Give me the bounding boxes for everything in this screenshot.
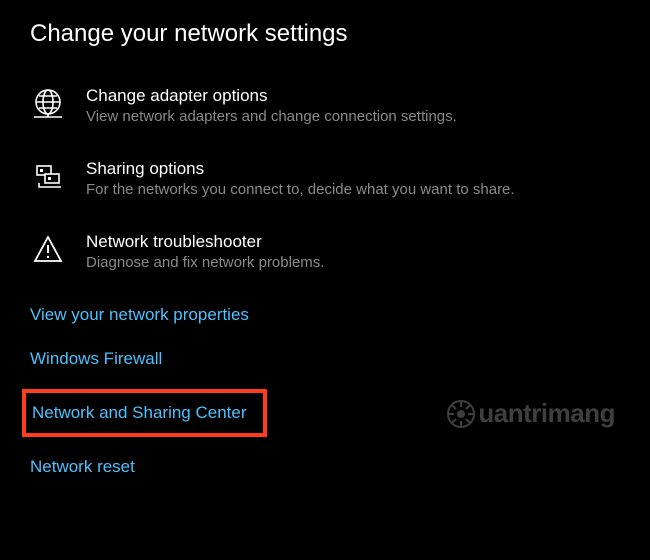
change-adapter-options[interactable]: Change adapter options View network adap…: [30, 86, 620, 125]
sharing-options[interactable]: Sharing options For the networks you con…: [30, 159, 620, 198]
warning-icon: [30, 232, 66, 268]
option-title: Network troubleshooter: [86, 232, 324, 252]
sharing-icon: [30, 159, 66, 195]
section-heading: Change your network settings: [30, 20, 620, 48]
option-title: Sharing options: [86, 159, 515, 179]
option-desc: Diagnose and fix network problems.: [86, 254, 324, 271]
option-desc: View network adapters and change connect…: [86, 108, 457, 125]
globe-icon: [30, 86, 66, 122]
network-troubleshooter[interactable]: Network troubleshooter Diagnose and fix …: [30, 232, 620, 271]
watermark-text: uantrimang: [478, 398, 615, 429]
watermark: uantrimang: [446, 398, 615, 429]
windows-firewall-link[interactable]: Windows Firewall: [30, 349, 162, 369]
view-network-properties-link[interactable]: View your network properties: [30, 305, 249, 325]
option-title: Change adapter options: [86, 86, 457, 106]
network-reset-link[interactable]: Network reset: [30, 457, 135, 477]
option-desc: For the networks you connect to, decide …: [86, 181, 515, 198]
network-sharing-center-link[interactable]: Network and Sharing Center: [22, 389, 267, 437]
